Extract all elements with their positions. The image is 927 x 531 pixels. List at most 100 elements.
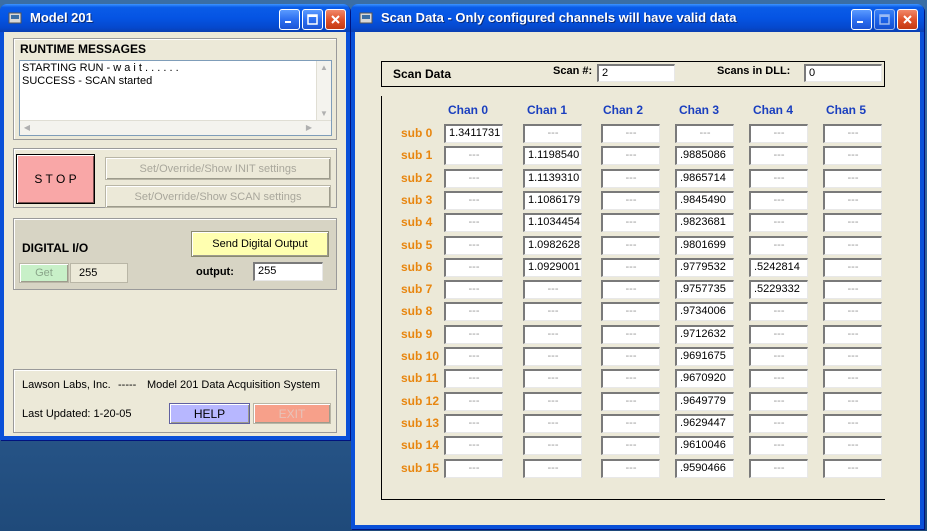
scan-data-label: Scan Data [393, 67, 452, 81]
scan-value-cell: --- [823, 190, 882, 210]
help-button[interactable]: HELP [169, 403, 250, 424]
get-button[interactable]: Get [19, 263, 69, 283]
sub-row-label: sub 6 [401, 259, 433, 274]
scan-value-cell: --- [823, 413, 882, 433]
vertical-scrollbar[interactable]: ▲ ▼ [316, 61, 331, 121]
scan-value-cell: --- [601, 369, 660, 389]
scan-num-field: 2 [597, 64, 675, 82]
scans-in-dll-label: Scans in DLL: [717, 65, 791, 77]
scan-value-cell: 1.1139310 [523, 168, 582, 188]
close-icon[interactable] [897, 9, 918, 30]
scan-value-cell: .9691675 [675, 347, 734, 366]
sub-row-label: sub 3 [401, 192, 433, 207]
scan-data-client: Scan Data Scan #: 2 Scans in DLL: 0 Chan… [355, 32, 920, 525]
scan-value-cell: .9712632 [675, 324, 734, 344]
scan-value-cell: --- [823, 324, 882, 344]
scan-value-cell: --- [749, 391, 808, 411]
scan-value-cell: --- [444, 369, 503, 389]
sub-row-label: sub 10 [401, 349, 440, 363]
scan-value-cell: --- [444, 280, 503, 300]
maximize-icon[interactable] [302, 9, 323, 30]
scan-value-cell: --- [601, 190, 660, 210]
scroll-right-icon[interactable]: ▶ [302, 121, 316, 135]
scan-num-label: Scan #: [553, 65, 593, 77]
scan-value-cell: --- [601, 235, 660, 255]
init-settings-button[interactable]: Set/Override/Show INIT settings [105, 157, 331, 180]
app-icon [359, 12, 373, 24]
message-line: SUCCESS - SCAN started [22, 75, 153, 87]
send-digital-output-button[interactable]: Send Digital Output [191, 231, 329, 257]
horizontal-scrollbar[interactable]: ◀ ▶ [20, 120, 331, 135]
product-text: Model 201 Data Acquisition System [147, 379, 321, 391]
sub-row-label: sub 8 [401, 304, 433, 319]
sub-row-label: sub 15 [401, 460, 440, 475]
scan-value-cell: --- [601, 324, 660, 344]
exit-button[interactable]: EXIT [253, 403, 331, 424]
scan-value-cell: --- [444, 324, 503, 344]
scan-value-cell: --- [444, 413, 503, 433]
scan-value-cell: --- [444, 436, 503, 456]
scan-value-cell: --- [823, 124, 882, 143]
scan-value-cell: --- [601, 302, 660, 322]
scan-value-cell: --- [444, 146, 503, 166]
maximize-icon[interactable] [874, 9, 895, 30]
model-201-window: Model 201 RUNTIME MESSAGES STARTING RUN … [0, 4, 350, 440]
scan-value-cell: --- [523, 324, 582, 344]
scan-value-cell: .9801699 [675, 235, 734, 255]
scan-value-cell: .9629447 [675, 413, 734, 433]
app-icon [8, 12, 22, 24]
scan-value-cell: --- [823, 391, 882, 411]
scan-value-cell: --- [523, 124, 582, 143]
scan-value-cell: --- [823, 302, 882, 322]
scroll-up-icon[interactable]: ▲ [317, 61, 331, 75]
scan-settings-button[interactable]: Set/Override/Show SCAN settings [105, 185, 331, 208]
scan-value-cell: --- [444, 391, 503, 411]
scan-data-titlebar[interactable]: Scan Data - Only configured channels wil… [351, 4, 924, 32]
scroll-down-icon[interactable]: ▼ [317, 107, 331, 121]
scan-value-cell: --- [444, 190, 503, 210]
scroll-left-icon[interactable]: ◀ [20, 121, 34, 135]
scan-value-cell: --- [749, 235, 808, 255]
scan-value-cell: --- [823, 146, 882, 166]
scan-value-cell: --- [601, 391, 660, 411]
model-201-titlebar[interactable]: Model 201 [0, 4, 350, 32]
sub-row-label: sub 13 [401, 415, 440, 430]
scan-value-cell: --- [749, 190, 808, 210]
scan-value-cell: .9823681 [675, 213, 734, 233]
sub-row-label: sub 5 [401, 237, 433, 252]
scan-value-cell: --- [749, 436, 808, 456]
scan-value-cell: --- [749, 168, 808, 188]
scan-value-cell: --- [675, 124, 734, 143]
scan-value-cell: --- [601, 213, 660, 233]
scan-value-cell: --- [601, 168, 660, 188]
scan-value-cell: .9734006 [675, 302, 734, 322]
window-title: Model 201 [30, 10, 93, 25]
scan-value-cell: .9779532 [675, 257, 734, 277]
scan-value-cell: .9649779 [675, 391, 734, 411]
scan-value-cell: --- [444, 302, 503, 322]
runtime-messages-list[interactable]: STARTING RUN - w a i t . . . . . . SUCCE… [19, 60, 332, 136]
close-icon[interactable] [325, 9, 346, 30]
scan-value-cell: --- [749, 458, 808, 478]
sub-row-label: sub 1 [401, 148, 433, 163]
scan-value-cell: --- [601, 458, 660, 478]
scan-value-cell: --- [823, 347, 882, 366]
scan-value-cell: --- [444, 168, 503, 188]
channel-header: Chan 5 [826, 103, 867, 117]
scan-value-cell: .9610046 [675, 436, 734, 456]
scan-value-cell: .5229332 [749, 280, 808, 300]
scan-value-cell: --- [523, 347, 582, 366]
scan-value-cell: --- [749, 347, 808, 366]
scan-value-cell: .9670920 [675, 369, 734, 389]
stop-button[interactable]: S T O P [16, 154, 95, 204]
scan-value-cell: --- [823, 280, 882, 300]
scan-data-window: Scan Data - Only configured channels wil… [351, 4, 924, 529]
sub-row-label: sub 2 [401, 170, 433, 185]
minimize-icon[interactable] [279, 9, 300, 30]
scan-value-cell: --- [823, 369, 882, 389]
scan-value-cell: 1.1198540 [523, 146, 582, 166]
output-value-field[interactable]: 255 [253, 262, 323, 281]
channel-header: Chan 3 [679, 103, 720, 117]
scan-value-cell: 1.0982628 [523, 235, 582, 255]
minimize-icon[interactable] [851, 9, 872, 30]
